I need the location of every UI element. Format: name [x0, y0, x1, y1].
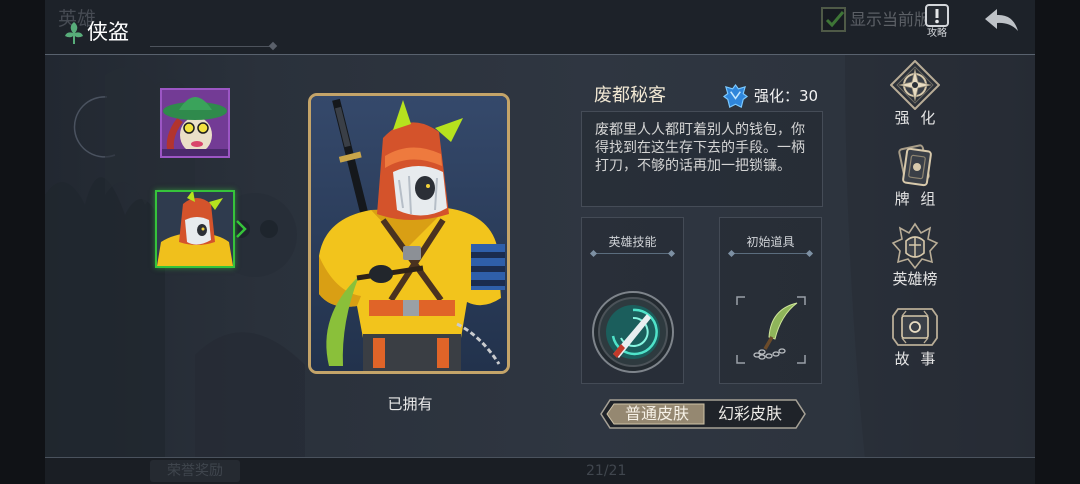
hero-portrait-witch[interactable] — [160, 88, 230, 158]
spiral-blade-skill-icon[interactable] — [591, 290, 675, 374]
show-current-version-checkbox[interactable] — [821, 7, 846, 32]
guide-label: 攻略 — [927, 28, 947, 39]
checkmark-icon — [825, 11, 845, 28]
page-title: 侠盗 — [87, 20, 129, 44]
hero-portrait-rogue-icon — [157, 192, 233, 266]
skin-description: 废都里人人都盯着别人的钱包，你得找到在这生存下去的手段。一柄打刀，不够的话再加一… — [581, 111, 823, 207]
honor-reward-button: 荣誉奖励 — [150, 460, 240, 482]
starting-item-divider — [732, 253, 809, 254]
hero-portrait-witch-icon — [162, 90, 228, 156]
rogue-skin-artwork — [311, 96, 507, 371]
back-arrow-icon — [985, 9, 1018, 31]
hero-skill-title: 英雄技能 — [608, 235, 657, 249]
starting-item-title: 初始道具 — [746, 235, 795, 249]
page-counter: 21/21 — [586, 463, 627, 479]
card-deck-icon — [898, 144, 932, 187]
hero-skill-panel[interactable]: 英雄技能 — [581, 217, 684, 384]
ownership-status: 已拥有 — [387, 395, 433, 413]
story-book-icon — [892, 308, 938, 346]
skin-tabs: 普通皮肤 幻彩皮肤 — [600, 399, 806, 429]
tab-rainbow-skin[interactable]: 幻彩皮肤 — [704, 399, 796, 429]
menu-enhance-label: 强 化 — [894, 109, 936, 127]
skin-artwork-card — [308, 93, 510, 374]
tab-normal-skin[interactable]: 普通皮肤 — [610, 399, 704, 429]
skin-name: 废都秘客 — [594, 85, 666, 106]
title-divider — [150, 46, 272, 47]
enhance-compass-icon — [890, 60, 940, 110]
leaf-emblem-icon — [65, 22, 83, 44]
show-current-version-label: 显示当前版 — [850, 10, 931, 29]
starting-item-panel[interactable]: 初始道具 — [719, 217, 822, 384]
hero-ranking-crest-icon — [891, 222, 939, 270]
menu-card-deck[interactable]: 牌 组 — [885, 141, 945, 211]
hero-portrait-rogue[interactable] — [155, 190, 235, 268]
chain-sickle-icon[interactable] — [735, 295, 807, 365]
menu-story-label: 故 事 — [894, 350, 936, 368]
menu-hero-ranking-label: 英雄榜 — [892, 270, 938, 288]
menu-story[interactable]: 故 事 — [885, 301, 945, 371]
guide-alert-icon — [925, 4, 949, 27]
back-button[interactable] — [981, 8, 1021, 34]
menu-enhance[interactable]: 强 化 — [885, 60, 945, 130]
blue-crest-icon — [722, 83, 749, 108]
guide-button[interactable]: 攻略 — [921, 4, 953, 40]
enhance-level: 强化：30 — [754, 87, 819, 105]
menu-hero-ranking[interactable]: 英雄榜 — [885, 221, 945, 291]
hero-skill-divider — [594, 253, 671, 254]
selected-chevron-icon — [236, 220, 247, 238]
menu-card-deck-label: 牌 组 — [894, 190, 936, 208]
